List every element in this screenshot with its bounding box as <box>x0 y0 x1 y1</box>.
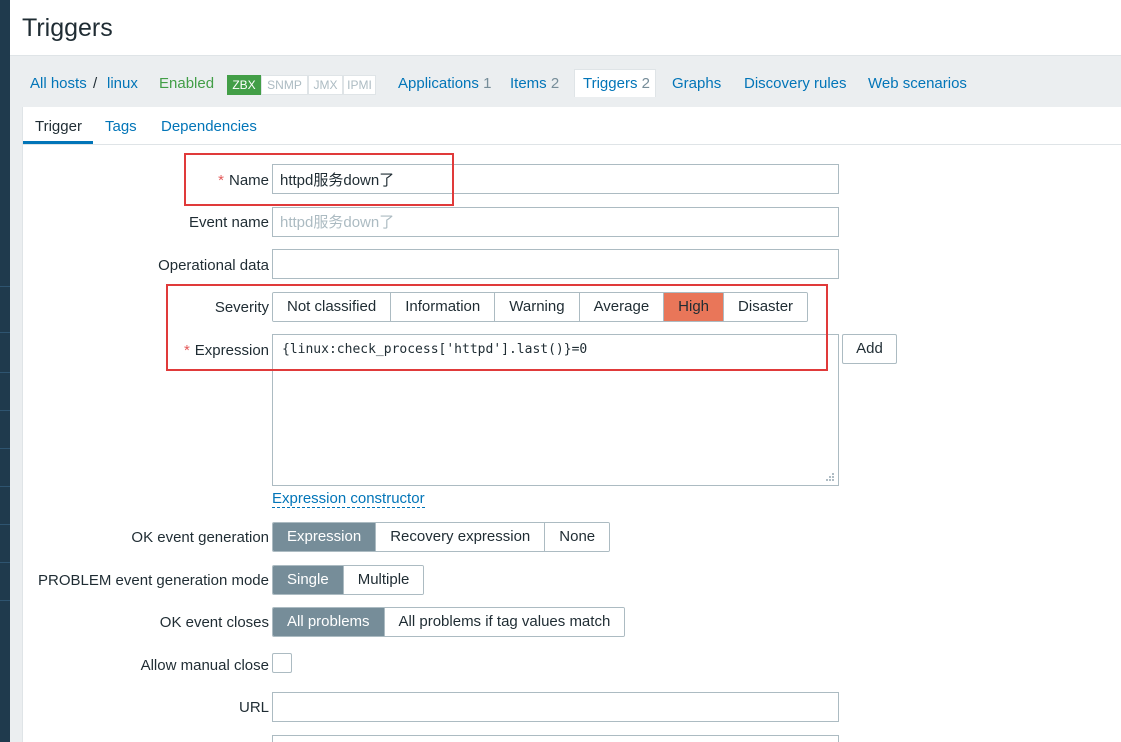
availability-snmp-badge: SNMP <box>261 75 308 95</box>
event-name-label: Event name <box>188 214 269 231</box>
ok-closes-all-problems[interactable]: All problems <box>273 608 385 636</box>
event-name-input[interactable] <box>272 207 839 237</box>
form-subtabs: Trigger Tags Dependencies <box>23 107 1121 145</box>
url-label: URL <box>238 699 269 716</box>
allow-manual-close-checkbox[interactable] <box>272 653 292 673</box>
tab-tags[interactable]: Tags <box>105 118 137 135</box>
breadcrumb-separator: / <box>93 75 98 92</box>
tab-trigger[interactable]: Trigger <box>35 118 82 135</box>
availability-zbx-badge: ZBX <box>227 75 261 95</box>
ok-event-generation-label: OK event generation <box>131 529 269 546</box>
trigger-form-card: Trigger Tags Dependencies *Name Event na… <box>22 107 1121 742</box>
annotation-box-severity-expression <box>166 284 828 371</box>
problem-mode-single[interactable]: Single <box>273 566 344 594</box>
next-field-input[interactable] <box>272 735 839 742</box>
nav-discovery-rules[interactable]: Discovery rules <box>744 75 847 92</box>
operational-data-input[interactable] <box>272 249 839 279</box>
annotation-box-name <box>184 153 454 206</box>
problem-mode-selector: Single Multiple <box>272 565 425 595</box>
host-status-enabled[interactable]: Enabled <box>159 75 214 92</box>
ok-event-generation-selector: Expression Recovery expression None <box>272 522 611 552</box>
ok-event-closes-selector: All problems All problems if tag values … <box>272 607 626 637</box>
page-title: Triggers <box>22 14 113 42</box>
nav-applications[interactable]: Applications 1 <box>398 75 491 92</box>
problem-mode-multiple[interactable]: Multiple <box>343 566 424 594</box>
allow-manual-close-label: Allow manual close <box>140 657 269 674</box>
nav-graphs[interactable]: Graphs <box>672 75 721 92</box>
main-content: Triggers All hosts / linux Enabled ZBX S… <box>10 0 1121 742</box>
ok-event-closes-label: OK event closes <box>159 614 269 631</box>
resize-grip-icon[interactable] <box>825 472 835 482</box>
add-expression-button[interactable]: Add <box>842 334 897 364</box>
operational-data-label: Operational data <box>158 257 269 274</box>
nav-triggers[interactable]: Triggers 2 <box>583 75 650 92</box>
nav-items[interactable]: Items 2 <box>510 75 559 92</box>
problem-mode-label: PROBLEM event generation mode <box>38 572 269 589</box>
ok-gen-none[interactable]: None <box>545 523 610 551</box>
page-header: Triggers <box>10 0 1121 56</box>
breadcrumb-host[interactable]: linux <box>107 75 138 92</box>
expression-constructor-link[interactable]: Expression constructor <box>272 490 425 508</box>
ok-gen-recovery-expression[interactable]: Recovery expression <box>376 523 546 551</box>
availability-jmx-badge: JMX <box>308 75 343 95</box>
ok-closes-tag-match[interactable]: All problems if tag values match <box>384 608 625 636</box>
availability-ipmi-badge: IPMI <box>343 75 376 95</box>
tab-dependencies[interactable]: Dependencies <box>161 118 257 135</box>
ok-gen-expression[interactable]: Expression <box>273 523 377 551</box>
app-sidebar-strip <box>0 0 10 742</box>
url-input[interactable] <box>272 692 839 722</box>
nav-web-scenarios[interactable]: Web scenarios <box>868 75 967 92</box>
breadcrumb-all-hosts[interactable]: All hosts <box>30 75 87 92</box>
active-tab-indicator <box>23 141 93 144</box>
